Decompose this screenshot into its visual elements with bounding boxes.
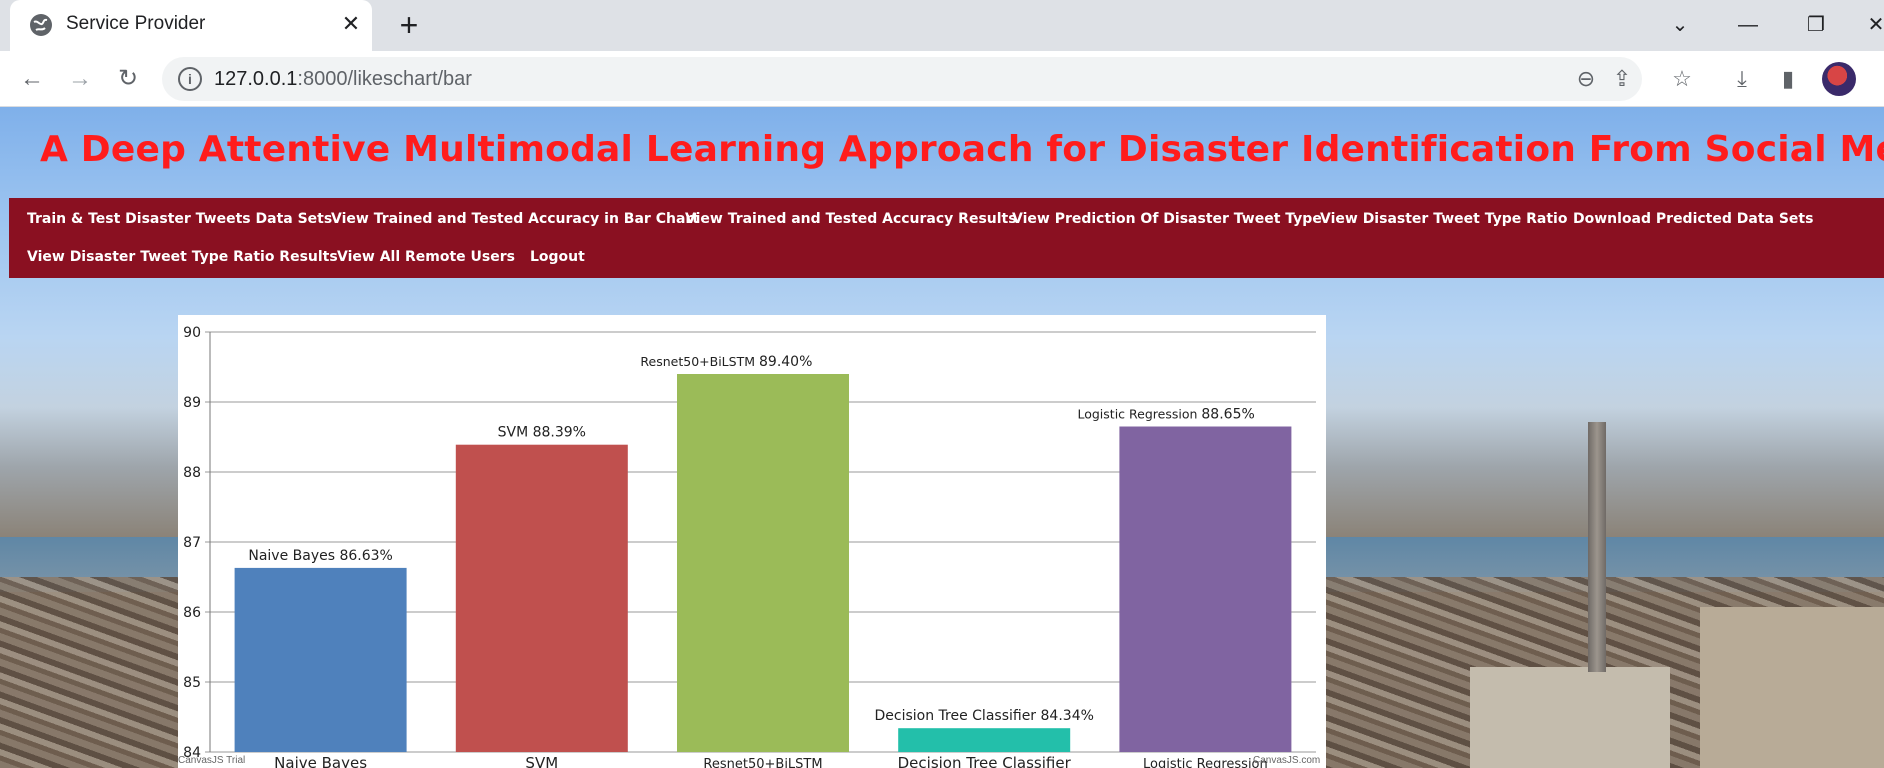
bar-data-label: Logistic Regression <box>1077 407 1197 422</box>
sidepanel-icon[interactable]: ▮ <box>1772 63 1804 95</box>
bar <box>234 567 407 752</box>
zoom-out-icon[interactable]: ⊖ <box>1572 65 1600 93</box>
chart-svg: 84858687888990Naive Bayes 86.63%Naive Ba… <box>183 325 1316 768</box>
y-tick-label: 89 <box>183 395 201 411</box>
x-tick-label: Naive Bayes <box>274 754 367 768</box>
bar-data-label: Naive Bayes 86.63% <box>248 548 393 564</box>
url-text[interactable]: 127.0.0.1:8000/likeschart/bar <box>214 68 472 91</box>
bar <box>677 374 849 752</box>
menu-item-prediction[interactable]: View Prediction Of Disaster Tweet Type <box>1012 211 1322 227</box>
menu-item-accuracy-results[interactable]: View Trained and Tested Accuracy Results <box>685 211 1017 227</box>
y-tick-label: 86 <box>183 605 201 621</box>
url-host: 127.0.0.1 <box>214 68 298 90</box>
nav-menu: Train & Test Disaster Tweets Data Sets V… <box>9 198 1884 278</box>
browser-tab-bar: Service Provider ✕ + ⌄ — ❐ ✕ <box>0 0 1884 51</box>
tab-title: Service Provider <box>66 13 206 34</box>
bar-data-value: 89.40% <box>759 354 812 370</box>
menu-item-logout[interactable]: Logout <box>530 249 585 265</box>
restore-icon[interactable]: ❐ <box>1796 10 1836 40</box>
accuracy-bar-chart: 84 85 86 87 88 89 90 Naive Bayes 86.63% Naive Ba… <box>178 315 1326 768</box>
y-tick-label: 87 <box>183 535 201 551</box>
browser-toolbar: ← → ↻ i 127.0.0.1:8000/likeschart/bar ⊖ … <box>0 51 1884 107</box>
back-icon[interactable]: ← <box>14 61 50 97</box>
x-tick-label: Resnet50+BiLSTM <box>703 757 822 768</box>
y-tick-label: 90 <box>183 325 201 341</box>
bar-data-value: 88.65% <box>1201 407 1254 423</box>
bar <box>455 444 628 752</box>
bar-data-label: Decision Tree Classifier 84.34% <box>874 708 1093 724</box>
reload-icon[interactable]: ↻ <box>110 61 146 97</box>
x-tick-label: Decision Tree Classifier <box>898 754 1072 768</box>
bar-data-label: SVM 88.39% <box>498 425 586 441</box>
bar-data-label: Resnet50+BiLSTM <box>640 354 755 369</box>
chart-credit-left: CanvasJS Trial <box>178 755 246 766</box>
window-close-icon[interactable]: ✕ <box>1856 10 1884 40</box>
bar <box>1119 426 1292 752</box>
globe-icon <box>30 14 52 36</box>
x-tick-label: Logistic Regression <box>1143 757 1268 768</box>
menu-item-remote-users[interactable]: View All Remote Users <box>337 249 515 265</box>
menu-item-accuracy-bar-chart[interactable]: View Trained and Tested Accuracy in Bar … <box>331 211 699 227</box>
bar <box>898 728 1071 752</box>
menu-item-download[interactable]: Download Predicted Data Sets <box>1573 211 1813 227</box>
page-title: A Deep Attentive Multimodal Learning App… <box>40 129 1884 170</box>
share-icon[interactable]: ⇪ <box>1608 65 1636 93</box>
chart-credit-right[interactable]: CanvasJS.com <box>1253 755 1320 766</box>
menu-item-type-ratio[interactable]: View Disaster Tweet Type Ratio <box>1320 211 1567 227</box>
background-building <box>1700 607 1884 768</box>
y-tick-label: 85 <box>183 675 201 691</box>
tab-search-icon[interactable]: ⌄ <box>1660 10 1700 40</box>
background-chimney <box>1588 422 1606 672</box>
minimize-icon[interactable]: — <box>1728 10 1768 40</box>
menu-item-train-test[interactable]: Train & Test Disaster Tweets Data Sets <box>27 211 332 227</box>
x-tick-label: SVM <box>525 754 558 768</box>
profile-avatar[interactable] <box>1822 62 1856 96</box>
download-icon[interactable]: ⤓ <box>1726 63 1758 95</box>
browser-tab[interactable]: Service Provider ✕ <box>10 0 372 51</box>
address-bar[interactable]: i 127.0.0.1:8000/likeschart/bar ⊖ ⇪ <box>162 57 1642 101</box>
background-building <box>1470 667 1670 768</box>
y-tick-label: 88 <box>183 465 201 481</box>
new-tab-button[interactable]: + <box>392 8 426 42</box>
url-path: :8000/likeschart/bar <box>297 68 472 90</box>
tab-close-icon[interactable]: ✕ <box>338 11 364 37</box>
star-icon[interactable]: ☆ <box>1666 63 1698 95</box>
page-body: A Deep Attentive Multimodal Learning App… <box>0 107 1884 768</box>
forward-icon[interactable]: → <box>62 61 98 97</box>
info-icon[interactable]: i <box>178 67 202 91</box>
menu-item-type-ratio-results[interactable]: View Disaster Tweet Type Ratio Results <box>27 249 338 265</box>
